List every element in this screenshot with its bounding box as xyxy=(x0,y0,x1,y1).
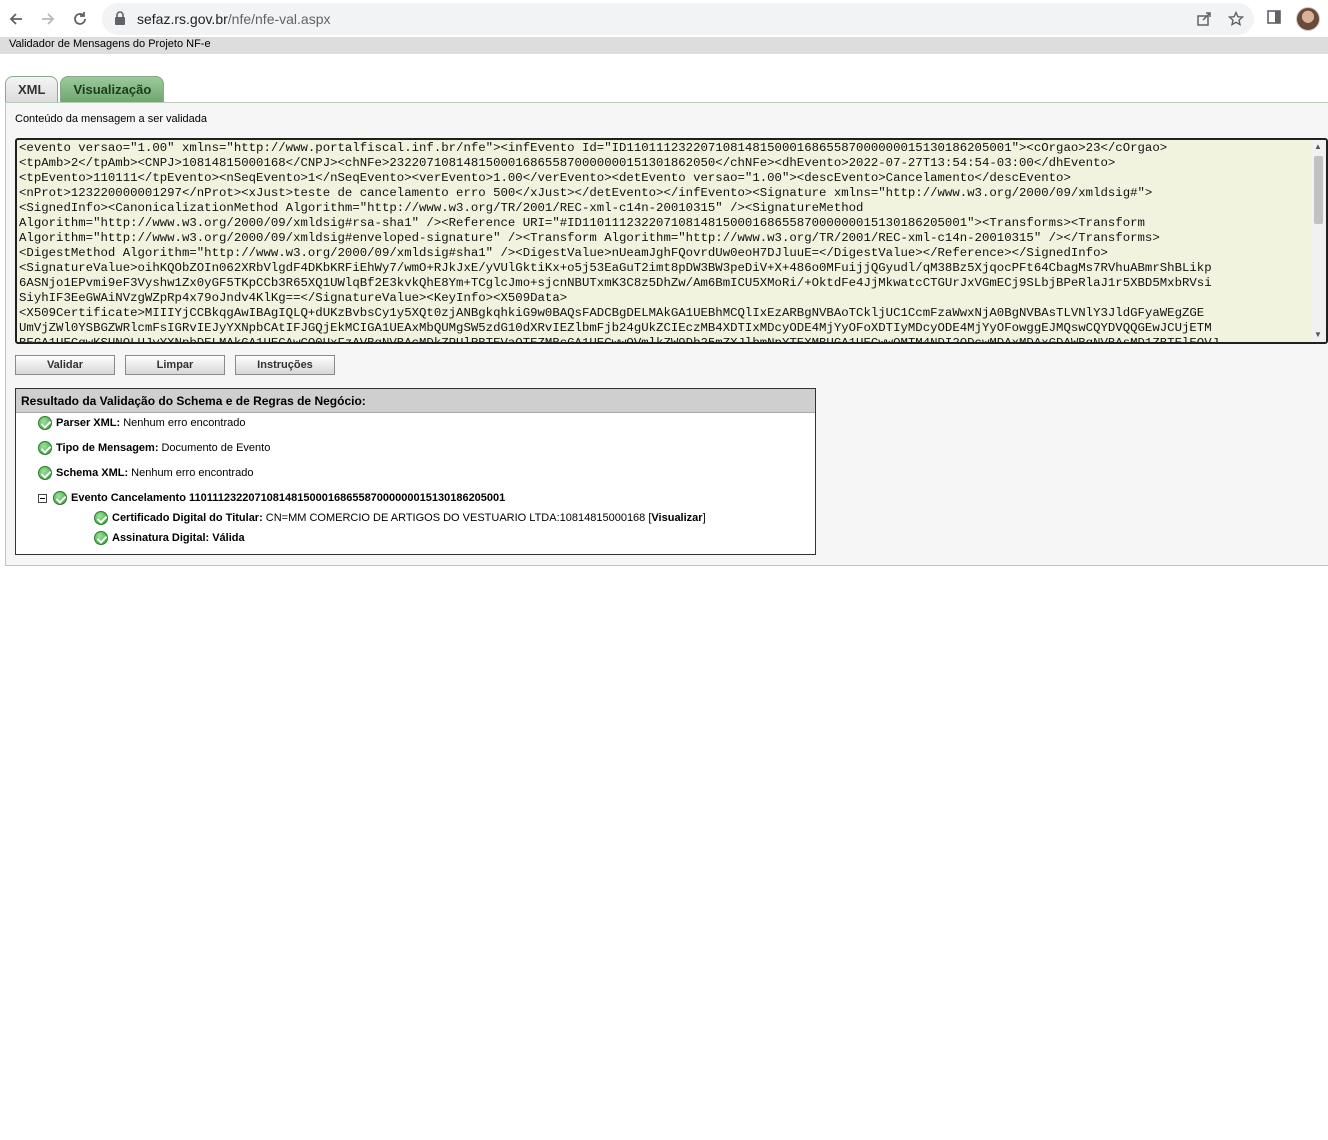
result-value: Documento de Evento xyxy=(161,442,271,454)
scroll-thumb[interactable] xyxy=(1314,156,1323,224)
tab-visualizacao[interactable]: Visualização xyxy=(60,76,165,102)
xml-textarea[interactable]: <evento versao="1.00" xmlns="http://www.… xyxy=(15,138,1328,344)
xml-content[interactable]: <evento versao="1.00" xmlns="http://www.… xyxy=(19,141,1309,344)
certificate-item: Certificado Digital do Titular: CN=MM CO… xyxy=(94,511,706,525)
check-icon xyxy=(53,491,67,505)
instructions-button[interactable]: Instruções xyxy=(235,355,335,375)
result-label: Tipo de Mensagem: xyxy=(56,442,159,454)
xml-line: 6ASNjo1EPvmi9eF3Vyshw1Zx0yGF5TKpCCb3R65X… xyxy=(19,276,1212,290)
button-row: Validar Limpar Instruções xyxy=(15,355,335,375)
tab-xml[interactable]: XML xyxy=(5,76,59,102)
xml-line: <X509Certificate>MIIIYjCCBkqgAwIBAgIQLQ+… xyxy=(19,306,1205,320)
xml-line: <nProt>123220000001297</nProt><xJust>tes… xyxy=(19,186,1153,200)
event-label: Evento Cancelamento 11011123220710814815… xyxy=(71,492,506,504)
xml-line: BEGA1UECgwKSUNQLUJyYXNpbDELMAkGA1UECAwCQ… xyxy=(19,336,1220,344)
certificate-value: CN=MM COMERCIO DE ARTIGOS DO VESTUARIO L… xyxy=(265,512,652,524)
lock-icon[interactable] xyxy=(114,11,126,30)
url-text[interactable]: sefaz.rs.gov.br/nfe/nfe-val.aspx xyxy=(137,11,331,27)
reload-icon[interactable] xyxy=(70,9,90,29)
result-label: Schema XML: xyxy=(56,467,129,479)
collapse-icon[interactable] xyxy=(38,493,47,503)
clear-button[interactable]: Limpar xyxy=(125,355,225,375)
xml-line: SiyhIF3EeGWAiNVzgWZpRp4x79oJndv4KlKg==</… xyxy=(19,291,568,305)
browser-toolbar: sefaz.rs.gov.br/nfe/nfe-val.aspx xyxy=(0,0,1328,38)
forward-icon[interactable] xyxy=(38,9,58,29)
validate-button[interactable]: Validar xyxy=(15,355,115,375)
result-value: Nenhum erro encontrado xyxy=(123,417,246,429)
event-node: Evento Cancelamento 11011123220710814815… xyxy=(38,491,508,505)
sidepanel-icon[interactable] xyxy=(1266,9,1282,30)
result-header: Resultado da Validação do Schema e de Re… xyxy=(16,389,815,413)
star-icon[interactable] xyxy=(1226,9,1246,29)
xml-line: <tpAmb>2</tpAmb><CNPJ>10814815000168</CN… xyxy=(19,156,1116,170)
share-icon[interactable] xyxy=(1194,9,1214,29)
result-item: Tipo de Mensagem: Documento de Evento xyxy=(38,441,270,455)
scroll-down-icon[interactable]: ▼ xyxy=(1314,330,1322,340)
scrollbar[interactable]: ▲ ▼ xyxy=(1311,140,1326,342)
xml-line: Algorithm="http://www.w3.org/2000/09/xml… xyxy=(19,216,1145,230)
xml-line: <tpEvento>110111</tpEvento><nSeqEvento>1… xyxy=(19,171,1071,185)
signature-value: Válida xyxy=(212,532,245,544)
check-icon xyxy=(94,531,108,545)
result-value: Nenhum erro encontrado xyxy=(131,467,254,479)
check-icon xyxy=(38,416,52,430)
xml-line: UmVjZWl0YSBGZWRlcmFsIGRvIEJyYXNpbCAtIFJG… xyxy=(19,321,1212,335)
check-icon xyxy=(38,441,52,455)
check-icon xyxy=(94,511,108,525)
xml-line: <SignatureValue>oihKQObZOIn062XRbVlgdF4D… xyxy=(19,261,1212,275)
validation-result: Resultado da Validação do Schema e de Re… xyxy=(15,388,816,555)
profile-avatar[interactable] xyxy=(1296,7,1320,31)
back-icon[interactable] xyxy=(6,9,26,29)
signature-label: Assinatura Digital: xyxy=(112,532,210,544)
xml-line: <evento versao="1.00" xmlns="http://www.… xyxy=(19,141,1168,155)
certificate-label: Certificado Digital do Titular: xyxy=(112,512,263,524)
xml-line: <SignedInfo><CanonicalizationMethod Algo… xyxy=(19,201,864,215)
result-label: Parser XML: xyxy=(56,417,121,429)
visualizar-link[interactable]: Visualizar xyxy=(651,512,702,524)
xml-line: Algorithm="http://www.w3.org/2000/09/xml… xyxy=(19,231,1160,245)
check-icon xyxy=(38,466,52,480)
result-item: Parser XML: Nenhum erro encontrado xyxy=(38,416,246,430)
page-title: Validador de Mensagens do Projeto NF-e xyxy=(0,38,1328,54)
editor-label: Conteúdo da mensagem a ser validada xyxy=(15,113,208,125)
main-panel: Conteúdo da mensagem a ser validada <eve… xyxy=(5,102,1328,566)
xml-line: <DigestMethod Algorithm="http://www.w3.o… xyxy=(19,246,1108,260)
certificate-suffix: ] xyxy=(702,512,706,524)
result-item: Schema XML: Nenhum erro encontrado xyxy=(38,466,253,480)
address-bar[interactable]: sefaz.rs.gov.br/nfe/nfe-val.aspx xyxy=(102,3,1254,35)
signature-item: Assinatura Digital: Válida xyxy=(94,531,245,545)
scroll-up-icon[interactable]: ▲ xyxy=(1314,142,1322,152)
tab-bar: XML Visualização xyxy=(5,76,165,102)
